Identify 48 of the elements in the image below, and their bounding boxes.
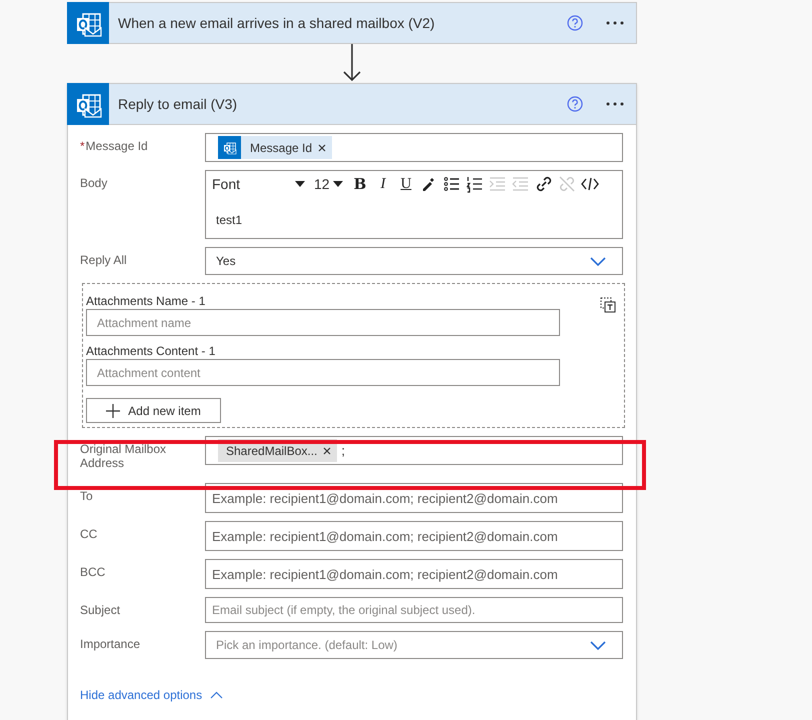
- input-field[interactable]: Email subject (if empty, the original subject used).: [205, 597, 623, 623]
- more-icon[interactable]: [605, 20, 625, 26]
- help-icon[interactable]: [567, 96, 583, 112]
- separator-text: ;: [341, 442, 346, 460]
- plus-icon: [106, 404, 120, 418]
- italic-button: I: [372, 174, 394, 194]
- field-label: CC: [80, 527, 98, 541]
- field-label: Original Mailbox Address: [80, 442, 166, 470]
- outlook-icon: [218, 136, 241, 159]
- help-icon[interactable]: [567, 15, 583, 31]
- field-label: Attachments Name - 1: [86, 294, 206, 308]
- chevron-up-icon: [210, 691, 224, 699]
- input-field[interactable]: Attachment name: [86, 309, 560, 336]
- field-label: To: [80, 489, 93, 503]
- bold-button: B: [349, 174, 371, 194]
- delete-item-icon[interactable]: [600, 297, 616, 313]
- arrow-icon: [341, 44, 363, 82]
- underline-button: U: [395, 174, 417, 194]
- field-label: Importance: [80, 637, 140, 651]
- close-icon[interactable]: [316, 142, 328, 154]
- chevron-down-icon: [590, 640, 606, 650]
- card-title: Reply to email (V3): [118, 94, 238, 114]
- field-label: Message Id: [86, 139, 148, 153]
- more-icon[interactable]: [605, 101, 625, 107]
- field-label: Attachments Content - 1: [86, 344, 216, 358]
- dropdown[interactable]: Yes: [205, 247, 623, 275]
- field-label: Subject: [80, 603, 120, 617]
- rich-text-editor[interactable]: Font 12 B I U test1: [205, 170, 623, 239]
- input-field[interactable]: Example: recipient1@domain.com; recipient2@domain.com: [205, 559, 623, 589]
- body-text: test1: [215, 212, 244, 229]
- input-field[interactable]: Attachment content: [86, 359, 560, 386]
- field-label: Reply All: [80, 253, 127, 267]
- size-dropdown[interactable]: 12: [310, 174, 348, 194]
- chevron-down-icon: [590, 256, 606, 266]
- caret-icon: [295, 181, 305, 187]
- token-field[interactable]: Message Id: [205, 133, 623, 162]
- card-title: When a new email arrives in a shared mailbox (V2): [118, 14, 436, 33]
- token-chip[interactable]: Message Id: [218, 136, 332, 159]
- close-icon[interactable]: [321, 444, 334, 456]
- outlook-icon: [67, 2, 109, 44]
- caret-icon: [332, 181, 343, 187]
- advanced-options-link[interactable]: Hide advanced options: [80, 686, 224, 704]
- add-item-button[interactable]: Add new item: [86, 398, 221, 423]
- input-field[interactable]: Example: recipient1@domain.com; recipient2@domain.com: [205, 521, 623, 551]
- dropdown[interactable]: Pick an importance. (default: Low): [205, 631, 623, 659]
- required-mark: *: [80, 139, 85, 153]
- field-label: Body: [80, 176, 108, 190]
- field-label: BCC: [80, 565, 106, 579]
